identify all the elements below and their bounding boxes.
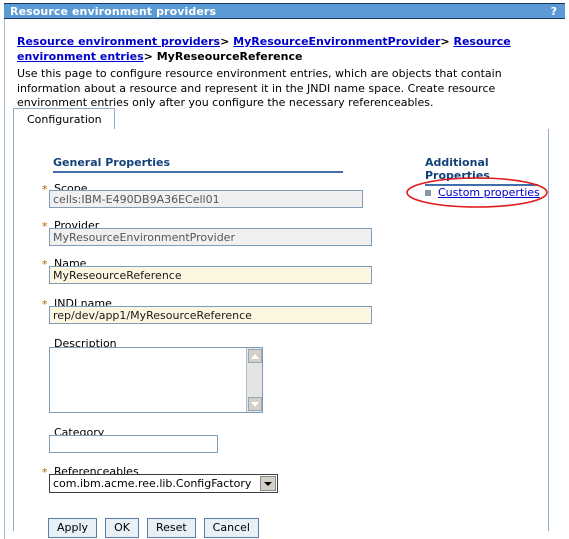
breadcrumb-separator-1: > <box>220 35 230 48</box>
bullet-square-icon <box>425 189 431 196</box>
referenceables-selected-value: com.ibm.acme.ree.lib.ConfigFactory <box>53 477 252 490</box>
page-description: Use this page to configure resource envi… <box>17 67 502 109</box>
required-marker-scope: * <box>42 183 48 196</box>
breadcrumb-current-page: MyReseourceReference <box>156 50 303 63</box>
tab-strip: Configuration <box>13 108 549 130</box>
scroll-up-icon[interactable] <box>248 349 262 363</box>
breadcrumb-separator-3: > <box>143 50 153 63</box>
category-input[interactable] <box>49 435 218 453</box>
tab-configuration[interactable]: Configuration <box>13 108 115 130</box>
breadcrumb-link-my-resource-environment-provider[interactable]: MyResourceEnvironmentProvider <box>233 35 440 48</box>
breadcrumb-link-resource-environment-providers[interactable]: Resource environment providers <box>17 35 220 48</box>
breadcrumb-separator-2: > <box>440 35 450 48</box>
chevron-down-icon[interactable] <box>260 476 276 491</box>
additional-properties-list: Custom properties <box>425 186 540 199</box>
reset-button[interactable]: Reset <box>146 518 196 538</box>
required-marker-referenceables: * <box>42 466 48 479</box>
ok-button[interactable]: OK <box>105 518 139 538</box>
custom-properties-link[interactable]: Custom properties <box>438 186 540 199</box>
help-icon[interactable]: ? <box>551 5 565 18</box>
description-field-wrapper <box>49 347 263 413</box>
apply-button[interactable]: Apply <box>48 518 98 538</box>
general-properties-heading: General Properties <box>53 156 343 173</box>
additional-properties-heading: Additional Properties <box>425 156 538 186</box>
provider-input <box>49 228 372 246</box>
cancel-button[interactable]: Cancel <box>203 518 259 538</box>
name-input[interactable] <box>49 266 372 284</box>
scope-input <box>49 190 363 208</box>
jndi-name-input[interactable] <box>49 306 372 324</box>
required-marker-jndi-name: * <box>42 298 48 311</box>
tab-configuration-label: Configuration <box>27 113 102 126</box>
window-title: Resource environment providers <box>10 4 217 18</box>
description-textarea[interactable] <box>50 348 246 412</box>
referenceables-select[interactable]: com.ibm.acme.ree.lib.ConfigFactory <box>49 474 278 493</box>
description-scrollbar[interactable] <box>246 348 262 412</box>
breadcrumb: Resource environment providers> MyResour… <box>17 34 545 64</box>
required-marker-provider: * <box>42 220 48 233</box>
required-marker-name: * <box>42 258 48 271</box>
scroll-down-icon[interactable] <box>248 397 262 411</box>
window-title-bar: Resource environment providers ? <box>4 3 565 19</box>
form-button-bar: Apply OK Reset Cancel <box>48 518 259 538</box>
